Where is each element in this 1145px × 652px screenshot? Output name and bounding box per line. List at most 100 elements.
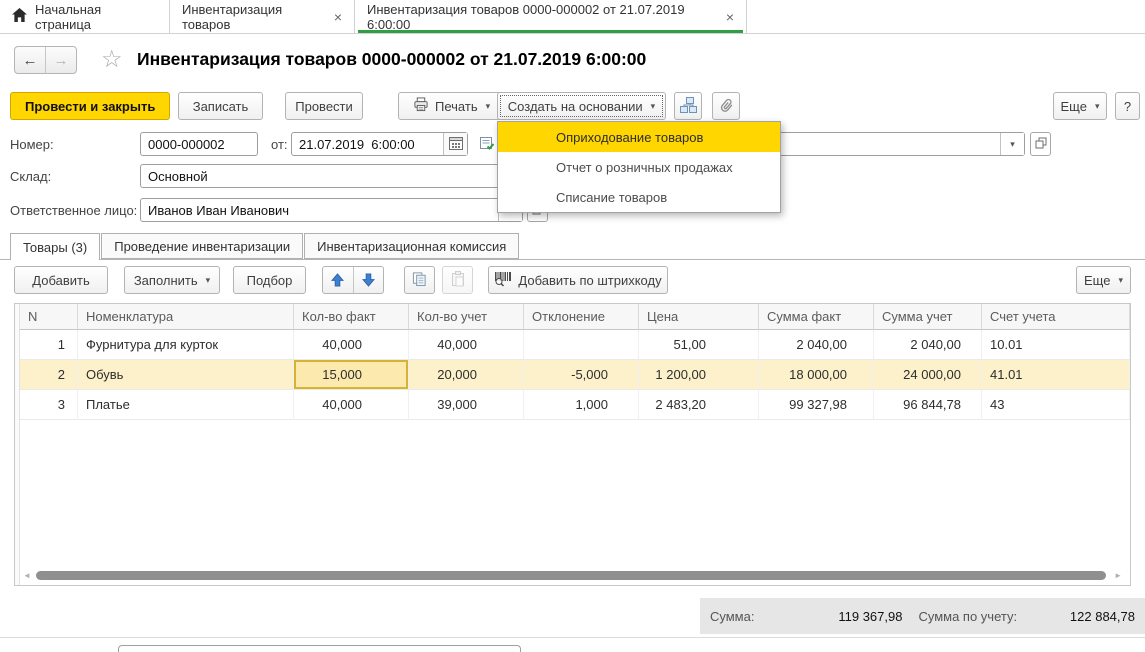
table-more-button[interactable]: Еще ▾ xyxy=(1076,266,1131,294)
cell-qty-fact-selected[interactable]: 15,000 xyxy=(294,360,409,390)
scroll-left-icon[interactable]: ◄ xyxy=(23,571,31,580)
document-check-icon[interactable] xyxy=(479,135,495,154)
sum-value: 119 367,98 xyxy=(754,609,902,624)
help-button[interactable]: ? xyxy=(1115,92,1140,120)
close-icon[interactable]: × xyxy=(726,9,734,25)
menu-item-goods-receipt[interactable]: Оприходование товаров xyxy=(498,122,780,152)
fill-label: Заполнить xyxy=(134,273,198,288)
fill-button[interactable]: Заполнить ▾ xyxy=(124,266,220,294)
save-button[interactable]: Записать xyxy=(178,92,263,120)
add-by-barcode-button[interactable]: Добавить по штрихкоду xyxy=(488,266,668,294)
number-field[interactable]: 0000-000002 xyxy=(140,132,258,156)
paperclip-icon xyxy=(715,94,738,118)
table-row[interactable]: 1 Фурнитура для курток 40,000 40,000 51,… xyxy=(20,330,1130,360)
goods-table: N Номенклатура Кол-во факт Кол-во учет О… xyxy=(14,303,1131,586)
post-and-close-button[interactable]: Провести и закрыть xyxy=(10,92,170,120)
close-icon[interactable]: × xyxy=(334,9,342,25)
chevron-down-icon: ▾ xyxy=(1010,139,1015,150)
move-row-group xyxy=(322,266,384,294)
pick-button[interactable]: Подбор xyxy=(233,266,306,294)
cell-deviation[interactable]: -5,000 xyxy=(524,360,639,390)
scroll-right-icon[interactable]: ► xyxy=(1114,571,1122,580)
history-nav: ← → xyxy=(14,46,77,74)
cell-n[interactable]: 2 xyxy=(20,360,78,390)
arrow-down-icon xyxy=(362,273,375,287)
tab-inventory-list[interactable]: Инвентаризация товаров × xyxy=(170,0,355,33)
cell-nomenclature[interactable]: Фурнитура для курток xyxy=(78,330,294,360)
calendar-button[interactable] xyxy=(443,133,467,155)
col-header-n[interactable]: N xyxy=(20,304,78,330)
organization-dropdown-button[interactable]: ▾ xyxy=(1000,133,1024,155)
col-header-sum-fact[interactable]: Сумма факт xyxy=(759,304,874,330)
cell-sum-fact[interactable]: 99 327,98 xyxy=(759,390,874,420)
cell-qty-acc[interactable]: 39,000 xyxy=(409,390,524,420)
cell-nomenclature[interactable]: Платье xyxy=(78,390,294,420)
col-header-sum-acc[interactable]: Сумма учет xyxy=(874,304,982,330)
table-row-selected[interactable]: 2 Обувь 15,000 20,000 -5,000 1 200,00 18… xyxy=(20,360,1130,390)
scrollbar-thumb[interactable] xyxy=(36,571,1106,580)
menu-item-retail-sales-report[interactable]: Отчет о розничных продажах xyxy=(498,152,780,182)
move-row-down-button[interactable] xyxy=(353,267,384,293)
page-tabs: Товары (3) Проведение инвентаризации Инв… xyxy=(10,233,520,260)
copy-icon xyxy=(412,271,427,290)
document-structure-button[interactable] xyxy=(674,92,702,120)
tab-label: Инвентаризация товаров 0000-000002 от 21… xyxy=(367,2,712,32)
cell-n[interactable]: 1 xyxy=(20,330,78,360)
move-row-up-button[interactable] xyxy=(323,267,353,293)
post-button[interactable]: Провести xyxy=(285,92,363,120)
cell-nomenclature[interactable]: Обувь xyxy=(78,360,294,390)
window-tab-bar: Начальная страница Инвентаризация товаро… xyxy=(0,0,1145,34)
tab-inventory-commission[interactable]: Инвентаризационная комиссия xyxy=(304,233,519,259)
menu-item-goods-writeoff[interactable]: Списание товаров xyxy=(498,182,780,212)
col-header-nomenclature[interactable]: Номенклатура xyxy=(78,304,294,330)
table-row[interactable]: 3 Платье 40,000 39,000 1,000 2 483,20 99… xyxy=(20,390,1130,420)
organization-open-button[interactable] xyxy=(1030,132,1051,156)
print-button[interactable]: Печать ▾ xyxy=(398,92,505,120)
cell-sum-acc[interactable]: 2 040,00 xyxy=(874,330,982,360)
paste-button[interactable] xyxy=(442,266,473,294)
cell-qty-acc[interactable]: 20,000 xyxy=(409,360,524,390)
forward-button[interactable]: → xyxy=(46,47,76,73)
responsible-field[interactable]: Иванов Иван Иванович ▾ xyxy=(140,198,523,222)
tab-label: Инвентаризация товаров xyxy=(182,2,320,32)
cell-sum-fact[interactable]: 18 000,00 xyxy=(759,360,874,390)
cell-account[interactable]: 43 xyxy=(982,390,1130,420)
attachments-button[interactable] xyxy=(712,92,740,120)
cell-qty-acc[interactable]: 40,000 xyxy=(409,330,524,360)
copy-button[interactable] xyxy=(404,266,435,294)
page-title: Инвентаризация товаров 0000-000002 от 21… xyxy=(137,49,646,70)
cell-price[interactable]: 1 200,00 xyxy=(639,360,759,390)
tab-goods[interactable]: Товары (3) xyxy=(10,233,100,260)
date-field[interactable]: 21.07.2019 6:00:00 xyxy=(291,132,468,156)
tab-home[interactable]: Начальная страница xyxy=(0,0,170,33)
cell-sum-fact[interactable]: 2 040,00 xyxy=(759,330,874,360)
more-button[interactable]: Еще ▾ xyxy=(1053,92,1107,120)
col-header-qty-fact[interactable]: Кол-во факт xyxy=(294,304,409,330)
horizontal-scrollbar[interactable]: ◄ ► xyxy=(23,570,1122,581)
col-header-price[interactable]: Цена xyxy=(639,304,759,330)
date-label: от: xyxy=(271,137,288,152)
cell-sum-acc[interactable]: 96 844,78 xyxy=(874,390,982,420)
tab-inventory-execution[interactable]: Проведение инвентаризации xyxy=(101,233,303,259)
cell-account[interactable]: 10.01 xyxy=(982,330,1130,360)
tab-inventory-document-active[interactable]: Инвентаризация товаров 0000-000002 от 21… xyxy=(355,0,747,33)
col-header-qty-acc[interactable]: Кол-во учет xyxy=(409,304,524,330)
cell-deviation[interactable] xyxy=(524,330,639,360)
add-row-button[interactable]: Добавить xyxy=(14,266,108,294)
cell-n[interactable]: 3 xyxy=(20,390,78,420)
create-based-on-button[interactable]: Создать на основании ▾ xyxy=(497,92,666,120)
cell-sum-acc[interactable]: 24 000,00 xyxy=(874,360,982,390)
comment-field-partial[interactable] xyxy=(118,645,521,652)
cell-qty-fact[interactable]: 40,000 xyxy=(294,390,409,420)
col-header-deviation[interactable]: Отклонение xyxy=(524,304,639,330)
cell-deviation[interactable]: 1,000 xyxy=(524,390,639,420)
home-icon xyxy=(12,8,27,25)
col-header-account[interactable]: Счет учета xyxy=(982,304,1130,330)
back-button[interactable]: ← xyxy=(15,47,46,73)
cell-price[interactable]: 2 483,20 xyxy=(639,390,759,420)
favorite-star-icon[interactable]: ☆ xyxy=(101,45,123,74)
cell-qty-fact[interactable]: 40,000 xyxy=(294,330,409,360)
cell-price[interactable]: 51,00 xyxy=(639,330,759,360)
1c-inventory-window: Начальная страница Инвентаризация товаро… xyxy=(0,0,1145,652)
cell-account[interactable]: 41.01 xyxy=(982,360,1130,390)
